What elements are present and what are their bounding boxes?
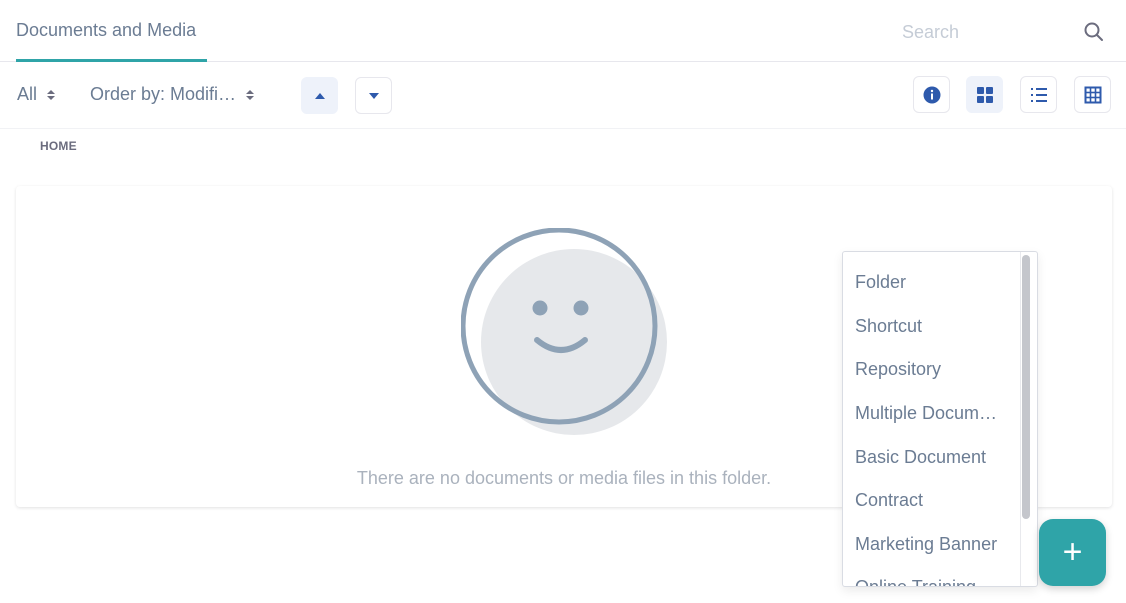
add-menu-dropdown: Folder Shortcut Repository Multiple Docu…: [842, 251, 1038, 587]
caret-double-icon: [245, 88, 255, 102]
caret-double-icon: [46, 88, 56, 102]
empty-state-smiley-icon: [461, 228, 667, 435]
arrow-down-icon: [369, 93, 379, 99]
add-menu-item-repository[interactable]: Repository: [855, 349, 1015, 389]
breadcrumb-home[interactable]: HOME: [40, 139, 77, 153]
sort-descending-button[interactable]: [355, 77, 392, 114]
add-menu-item-contract[interactable]: Contract: [855, 480, 1015, 520]
sort-ascending-button[interactable]: [301, 77, 338, 114]
add-menu-item-folder[interactable]: Folder: [855, 262, 1015, 302]
tab-documents-and-media[interactable]: Documents and Media: [16, 0, 196, 62]
table-icon: [1084, 86, 1102, 104]
management-toolbar: All Order by: Modifi…: [0, 63, 1126, 129]
order-by-label: Order by: Modifi…: [90, 84, 237, 104]
info-button[interactable]: [913, 76, 950, 113]
view-cards-button[interactable]: [966, 76, 1003, 113]
active-tab-indicator: [16, 59, 207, 62]
info-icon: [923, 86, 941, 104]
dropdown-scrollbar[interactable]: [1022, 255, 1030, 519]
dropdown-scroll-track: [1020, 252, 1021, 586]
search-button[interactable]: [1082, 20, 1106, 44]
cards-icon: [977, 87, 993, 103]
add-menu-item-basic-document[interactable]: Basic Document: [855, 437, 1015, 477]
add-menu-item-multiple-documents[interactable]: Multiple Docum…: [855, 393, 1015, 433]
arrow-up-icon: [315, 93, 325, 99]
order-by-dropdown[interactable]: Order by: Modifi…: [90, 84, 255, 105]
add-button[interactable]: +: [1039, 519, 1106, 586]
filter-label: All: [17, 84, 38, 104]
list-icon: [1031, 88, 1047, 102]
add-menu-item-shortcut[interactable]: Shortcut: [855, 306, 1015, 346]
filter-dropdown[interactable]: All: [17, 84, 56, 105]
view-list-button[interactable]: [1020, 76, 1057, 113]
add-menu-item-online-training[interactable]: Online Training: [855, 567, 1015, 586]
header: Documents and Media: [0, 0, 1126, 62]
search-icon: [1084, 22, 1103, 41]
view-table-button[interactable]: [1074, 76, 1111, 113]
search-input[interactable]: [896, 18, 1066, 46]
add-menu-item-marketing-banner[interactable]: Marketing Banner: [855, 524, 1015, 564]
